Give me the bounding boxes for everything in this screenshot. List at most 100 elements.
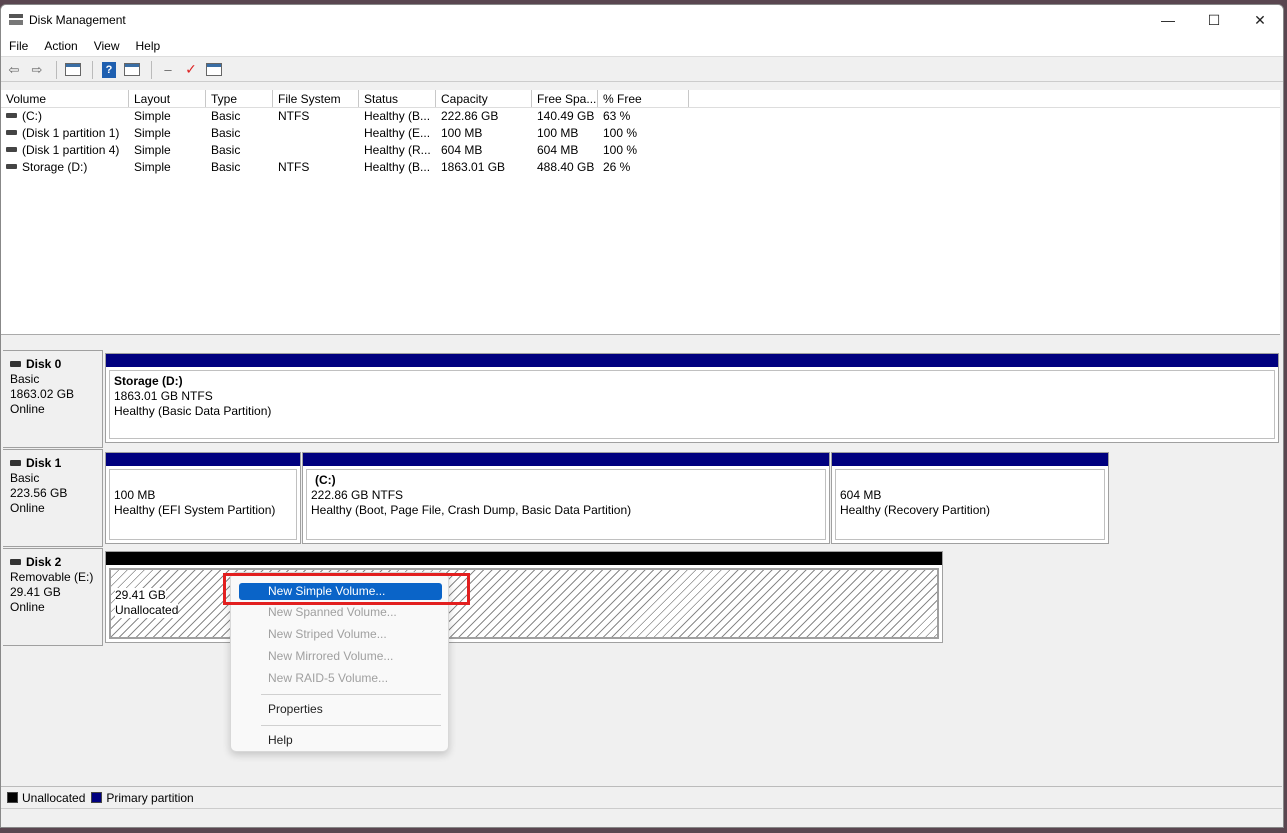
column-header-free-space[interactable]: Free Spa... (532, 90, 598, 107)
menu-file[interactable]: File (1, 39, 36, 53)
menu-item-properties[interactable]: Properties (239, 701, 442, 718)
disk-name: Disk 1 (26, 456, 62, 470)
menu-item-help[interactable]: Help (239, 732, 442, 749)
drive-icon (6, 164, 17, 170)
toolbar-divider (92, 60, 93, 79)
properties-icon[interactable] (122, 60, 142, 80)
free-space-cell: 604 MB (537, 143, 579, 157)
table-row[interactable]: (Disk 1 partition 4) Simple Basic Health… (1, 142, 1282, 159)
column-header-percent-free[interactable]: % Free (598, 90, 689, 107)
unallocated-swatch (7, 792, 18, 803)
minimize-button[interactable]: — (1145, 5, 1191, 35)
percent-free-cell: 100 % (603, 143, 638, 157)
forward-arrow-icon[interactable]: ⇨ (27, 60, 47, 80)
partition-recovery[interactable]: 604 MB Healthy (Recovery Partition) (831, 452, 1109, 544)
title-bar: Disk Management — ☐ ✕ (1, 5, 1283, 35)
toolbar-divider (56, 60, 57, 79)
disk-management-window: Disk Management — ☐ ✕ File Action View H… (0, 4, 1284, 828)
menu-item-new-striped-volume[interactable]: New Striped Volume... (239, 626, 442, 643)
partition-title (114, 473, 292, 488)
volume-cell: Storage (D:) (1, 159, 129, 176)
status-bar (1, 808, 1282, 827)
partition-body: 604 MB Healthy (Recovery Partition) (835, 469, 1105, 540)
show-hide-console-tree-icon[interactable] (63, 60, 83, 80)
disk-1-label[interactable]: Disk 1 Basic 223.56 GB Online (3, 449, 103, 547)
disk-0-label[interactable]: Disk 0 Basic 1863.02 GB Online (3, 350, 103, 448)
disk-2-label[interactable]: Disk 2 Removable (E:) 29.41 GB Online (3, 548, 103, 646)
column-header-capacity[interactable]: Capacity (436, 90, 532, 107)
table-row[interactable]: Storage (D:) Simple Basic NTFS Healthy (… (1, 159, 1282, 176)
primary-partition-bar (106, 354, 1278, 367)
primary-partition-bar (303, 453, 829, 466)
check-icon[interactable]: ✓ (181, 60, 201, 80)
table-row[interactable]: (C:) Simple Basic NTFS Healthy (B... 222… (1, 108, 1282, 125)
type-cell: Basic (211, 126, 241, 140)
partition-title: (C:) (315, 473, 336, 487)
drive-icon (6, 130, 17, 136)
layout-cell: Simple (134, 109, 171, 123)
partition-body: Storage (D:) 1863.01 GB NTFS Healthy (Ba… (109, 370, 1275, 439)
type-cell: Basic (211, 143, 241, 157)
percent-free-cell: 63 % (603, 109, 631, 123)
volume-list-header: Volume Layout Type File System Status Ca… (1, 90, 1282, 108)
layout-cell: Simple (134, 126, 171, 140)
menu-item-new-mirrored-volume[interactable]: New Mirrored Volume... (239, 648, 442, 665)
disk-icon (10, 459, 21, 466)
back-arrow-icon[interactable]: ⇦ (4, 60, 24, 80)
partition-status: Healthy (Recovery Partition) (840, 503, 991, 517)
drive-icon (6, 147, 17, 153)
file-system-cell: NTFS (278, 109, 310, 123)
column-header-layout[interactable]: Layout (129, 90, 206, 107)
status-cell: Healthy (E... (364, 126, 431, 140)
partition-status: Healthy (EFI System Partition) (114, 503, 276, 517)
free-space-cell: 140.49 GB (537, 109, 595, 123)
maximize-button[interactable]: ☐ (1191, 5, 1237, 35)
menu-divider (261, 694, 441, 695)
partition-size: 222.86 GB NTFS (311, 488, 404, 502)
menu-action[interactable]: Action (36, 39, 85, 53)
partition-status: Healthy (Basic Data Partition) (114, 404, 272, 418)
close-button[interactable]: ✕ (1237, 5, 1283, 35)
primary-partition-bar (832, 453, 1108, 466)
help-icon[interactable]: ? (99, 60, 119, 80)
disk-state: Online (10, 501, 45, 515)
disk-state: Online (10, 402, 45, 416)
column-header-status[interactable]: Status (359, 90, 436, 107)
partition-efi[interactable]: 100 MB Healthy (EFI System Partition) (105, 452, 301, 544)
partition-title (840, 473, 1100, 488)
partition-size: 1863.01 GB NTFS (114, 389, 213, 403)
table-row[interactable]: (Disk 1 partition 1) Simple Basic Health… (1, 125, 1282, 142)
partition-c[interactable]: (C:) 222.86 GB NTFS Healthy (Boot, Page … (302, 452, 830, 544)
connect-disk-icon[interactable]: ‒ (158, 60, 178, 80)
legend-primary-partition: Primary partition (106, 790, 194, 805)
disk-type: Basic (10, 372, 40, 386)
menu-item-new-raid5-volume[interactable]: New RAID-5 Volume... (239, 670, 442, 687)
menu-help[interactable]: Help (128, 39, 169, 53)
capacity-cell: 1863.01 GB (441, 160, 506, 174)
menu-item-new-spanned-volume[interactable]: New Spanned Volume... (239, 604, 442, 621)
settings-list-icon[interactable] (204, 60, 224, 80)
partition-storage-d[interactable]: Storage (D:) 1863.01 GB NTFS Healthy (Ba… (105, 353, 1279, 443)
disk-icon (10, 360, 21, 367)
status-cell: Healthy (B... (364, 160, 431, 174)
volume-cell: (Disk 1 partition 4) (1, 142, 129, 159)
disk-type: Basic (10, 471, 40, 485)
disk-size: 1863.02 GB (10, 387, 75, 401)
window-title: Disk Management (29, 13, 126, 27)
status-cell: Healthy (R... (364, 143, 431, 157)
disk-size: 223.56 GB (10, 486, 68, 500)
unallocated-bar (106, 552, 942, 565)
window-edge (1280, 82, 1283, 782)
capacity-cell: 100 MB (441, 126, 483, 140)
volume-cell: (C:) (1, 108, 129, 125)
menu-view[interactable]: View (86, 39, 128, 53)
partition-title: Storage (D:) (114, 374, 183, 388)
column-header-empty (689, 90, 1282, 107)
column-header-file-system[interactable]: File System (273, 90, 359, 107)
disk-icon (10, 558, 21, 565)
column-header-volume[interactable]: Volume (1, 90, 129, 107)
column-header-type[interactable]: Type (206, 90, 273, 107)
red-highlight-box (223, 573, 470, 605)
volume-cell: (Disk 1 partition 1) (1, 125, 129, 142)
partition-status: Healthy (Boot, Page File, Crash Dump, Ba… (311, 503, 632, 517)
